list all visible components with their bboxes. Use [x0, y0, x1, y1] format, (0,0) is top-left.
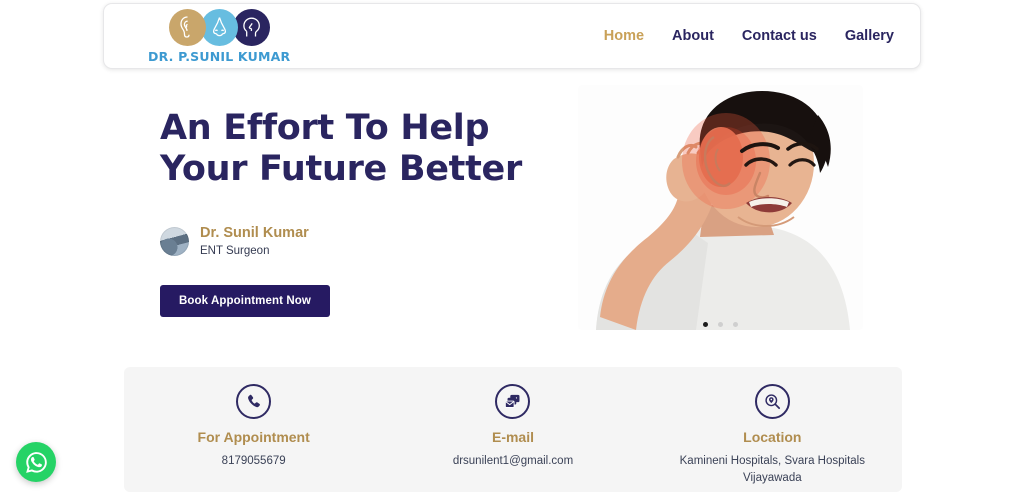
nav-item-gallery[interactable]: Gallery — [845, 28, 894, 44]
nav-item-contact-us[interactable]: Contact us — [742, 28, 817, 44]
doctor-role: ENT Surgeon — [200, 244, 270, 257]
hero-title: An Effort To Help Your Future Better — [160, 108, 580, 191]
location-search-icon — [754, 384, 790, 419]
hero-title-line-2: Your Future Better — [160, 149, 522, 190]
doctor-info: Dr. Sunil Kumar ENT Surgeon — [160, 224, 580, 259]
contact-info-bar: For Appointment 8179055679 E-mail drsuni… — [124, 367, 902, 492]
nav-item-home[interactable]: Home — [604, 28, 644, 44]
hero-text-block: An Effort To Help Your Future Better Dr.… — [160, 108, 580, 317]
carousel-dot-2[interactable] — [718, 322, 723, 327]
info-card-location[interactable]: Location Kamineni Hospitals, Svara Hospi… — [643, 367, 902, 486]
email-icon — [495, 384, 531, 419]
doctor-text: Dr. Sunil Kumar ENT Surgeon — [200, 224, 309, 259]
doctor-name: Dr. Sunil Kumar — [200, 224, 309, 241]
info-card-appointment[interactable]: For Appointment 8179055679 — [124, 367, 383, 470]
page-root: DR. P.SUNIL KUMAR Home About Contact us … — [0, 0, 1024, 501]
hero-section: An Effort To Help Your Future Better Dr.… — [103, 78, 921, 340]
info-title-email: E-mail — [491, 429, 534, 445]
info-value-email: drsunilent1@gmail.com — [452, 455, 574, 467]
whatsapp-float-button[interactable] — [16, 442, 56, 482]
info-title-location: Location — [743, 429, 802, 445]
info-value-phone: 8179055679 — [221, 455, 286, 467]
ear-icon — [168, 8, 206, 46]
carousel-dots — [578, 322, 863, 327]
book-appointment-button[interactable]: Book Appointment Now — [160, 284, 330, 317]
phone-icon — [236, 384, 272, 419]
carousel-dot-3[interactable] — [733, 322, 738, 327]
logo-text: DR. P.SUNIL KUMAR — [148, 48, 291, 64]
nose-icon — [200, 8, 238, 46]
logo-circles — [168, 8, 270, 46]
ear-pain-photo — [578, 85, 863, 330]
hero-title-line-1: An Effort To Help — [160, 108, 490, 148]
carousel-dot-1[interactable] — [703, 322, 708, 327]
info-value-location: Kamineni Hospitals, Svara Hospitals Vija… — [679, 455, 865, 484]
avatar — [160, 226, 189, 256]
main-nav: Home About Contact us Gallery — [604, 28, 894, 44]
hero-image — [578, 85, 863, 330]
info-title-appointment: For Appointment — [197, 429, 310, 445]
site-logo[interactable]: DR. P.SUNIL KUMAR — [148, 8, 291, 64]
whatsapp-icon — [25, 451, 47, 473]
site-header: DR. P.SUNIL KUMAR Home About Contact us … — [103, 3, 921, 69]
nav-item-about[interactable]: About — [672, 28, 714, 44]
info-card-email[interactable]: E-mail drsunilent1@gmail.com — [383, 367, 642, 470]
throat-head-icon — [232, 8, 270, 46]
